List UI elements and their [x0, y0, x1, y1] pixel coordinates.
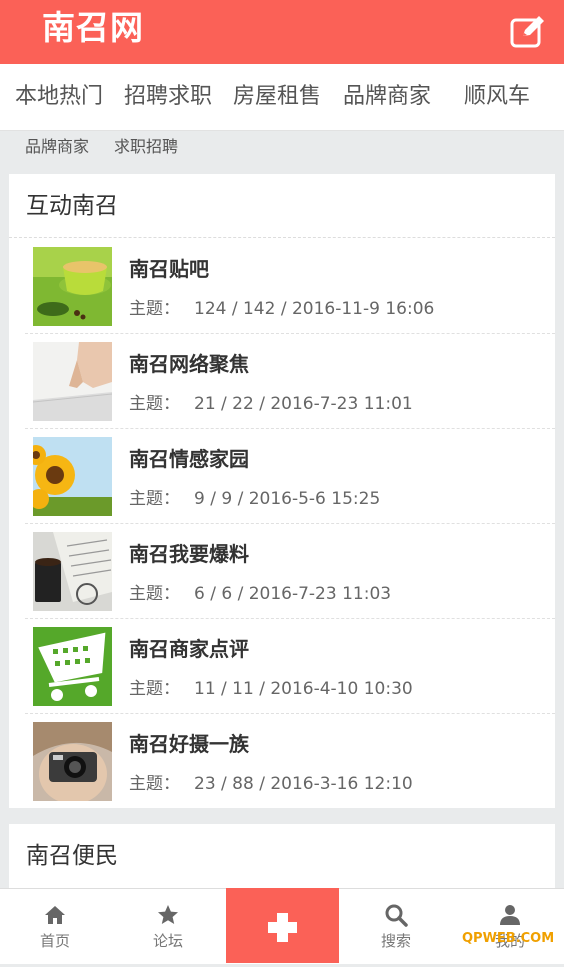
row-title: 南召商家点评 — [129, 637, 249, 661]
meta-label: 主题： — [129, 584, 180, 604]
meta-label: 主题： — [129, 394, 180, 414]
forum-row[interactable]: 南召好摄一族 主题： 23 / 88 / 2016-3-16 12:10 — [25, 713, 555, 808]
site-logo[interactable]: 南召网 — [42, 8, 144, 48]
forum-row[interactable]: 南召商家点评 主题： 11 / 11 / 2016-4-10 10:30 — [25, 618, 555, 714]
subnav-item-brands[interactable]: 品牌商家 — [25, 134, 89, 160]
star-icon — [158, 905, 178, 924]
tab-mine[interactable]: 我的 — [460, 889, 560, 964]
row-meta: 主题： 21 / 22 / 2016-7-23 11:01 — [129, 392, 413, 416]
sub-nav: 品牌商家 求职招聘 — [0, 130, 564, 172]
tab-forum[interactable]: 论坛 — [118, 889, 218, 964]
coffee-newspaper-image — [33, 532, 112, 611]
subnav-item-jobs[interactable]: 求职招聘 — [114, 134, 178, 160]
row-title: 南召贴吧 — [129, 257, 209, 281]
search-icon — [385, 904, 408, 927]
home-icon — [45, 906, 65, 924]
shopping-cart-image — [33, 627, 112, 706]
forum-row[interactable]: 南召贴吧 主题： 124 / 142 / 2016-11-9 16:06 — [25, 238, 555, 334]
tab-home[interactable]: 首页 — [5, 889, 105, 964]
row-title: 南召情感家园 — [129, 447, 249, 471]
nav-item-local-hot[interactable]: 本地热门 — [15, 82, 103, 112]
watermark-logo: QPWEB.COM — [462, 931, 555, 946]
meta-label: 主题： — [129, 299, 180, 319]
nav-item-rideshare[interactable]: 顺风车 — [464, 82, 530, 112]
section-card-interactive: 互动南召 南召贴吧 主题： 124 / 142 / 2016-11-9 16:06 — [9, 174, 555, 808]
forum-row[interactable]: 南召网络聚焦 主题： 21 / 22 / 2016-7-23 11:01 — [25, 333, 555, 429]
tab-label: 搜索 — [380, 932, 411, 950]
row-meta: 主题： 11 / 11 / 2016-4-10 10:30 — [129, 677, 413, 701]
row-stats: 21 / 22 / 2016-7-23 11:01 — [194, 394, 413, 414]
edit-post-button[interactable] — [506, 12, 548, 52]
user-icon — [500, 905, 520, 925]
tab-label: 首页 — [39, 932, 70, 950]
nav-item-jobs[interactable]: 招聘求职 — [124, 82, 212, 112]
row-stats: 11 / 11 / 2016-4-10 10:30 — [194, 679, 413, 699]
meta-label: 主题： — [129, 489, 180, 509]
row-stats: 6 / 6 / 2016-7-23 11:03 — [194, 584, 392, 604]
row-stats: 23 / 88 / 2016-3-16 12:10 — [194, 774, 413, 794]
row-meta: 主题： 23 / 88 / 2016-3-16 12:10 — [129, 772, 413, 796]
hand-touch-image — [33, 342, 112, 421]
nav-item-brands[interactable]: 品牌商家 — [343, 82, 431, 112]
row-meta: 主题： 9 / 9 / 2016-5-6 15:25 — [129, 487, 380, 511]
forum-row[interactable]: 南召我要爆料 主题： 6 / 6 / 2016-7-23 11:03 — [25, 523, 555, 619]
meta-label: 主题： — [129, 774, 180, 794]
nav-item-housing[interactable]: 房屋租售 — [233, 82, 321, 112]
plus-icon — [268, 913, 297, 942]
section-title: 南召便民 — [26, 843, 118, 869]
row-meta: 主题： 6 / 6 / 2016-7-23 11:03 — [129, 582, 391, 606]
row-stats: 9 / 9 / 2016-5-6 15:25 — [194, 489, 381, 509]
tab-search[interactable]: 搜索 — [346, 889, 446, 964]
row-title: 南召好摄一族 — [129, 732, 249, 756]
row-title: 南召我要爆料 — [129, 542, 249, 566]
sunflower-image — [33, 437, 112, 516]
section-card-services: 南召便民 — [9, 824, 555, 888]
row-title: 南召网络聚焦 — [129, 352, 249, 376]
category-nav: 本地热门 招聘求职 房屋租售 品牌商家 顺风车 — [0, 64, 564, 131]
row-stats: 124 / 142 / 2016-11-9 16:06 — [194, 299, 435, 319]
tab-label: 论坛 — [152, 932, 183, 950]
camera-girl-image — [33, 722, 112, 801]
tea-image — [33, 247, 112, 326]
app-header: 南召网 — [0, 0, 564, 64]
edit-icon — [510, 16, 544, 48]
row-meta: 主题： 124 / 142 / 2016-11-9 16:06 — [129, 297, 434, 321]
meta-label: 主题： — [129, 679, 180, 699]
section-title: 互动南召 — [26, 193, 118, 219]
forum-row[interactable]: 南召情感家园 主题： 9 / 9 / 2016-5-6 15:25 — [25, 428, 555, 524]
add-post-button[interactable] — [226, 888, 339, 963]
